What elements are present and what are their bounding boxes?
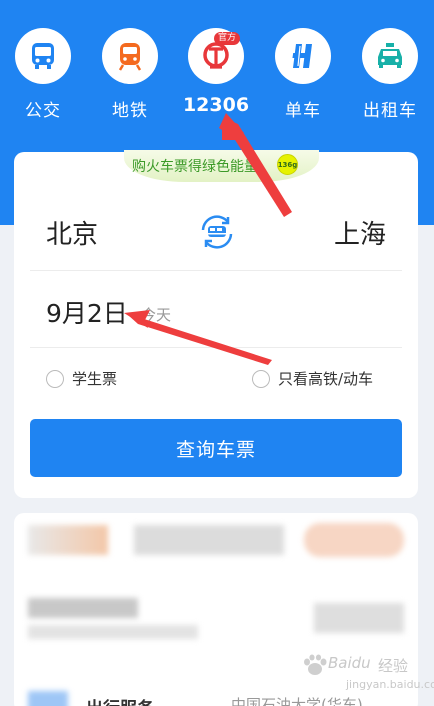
- blurred-block: [304, 523, 404, 557]
- nav-item-subway[interactable]: 地铁: [93, 28, 167, 121]
- official-badge: 官方: [213, 32, 240, 45]
- subway-icon: [102, 28, 158, 84]
- student-ticket-label: 学生票: [72, 370, 118, 388]
- nav-item-label: 地铁: [112, 101, 148, 121]
- from-station[interactable]: 北京: [46, 214, 98, 251]
- paw-logo-icon: [304, 654, 327, 675]
- nav-item-12306[interactable]: 官方 12306: [179, 28, 253, 116]
- nav-item-label: 单车: [285, 101, 321, 121]
- nav-item-bike[interactable]: 单车: [266, 28, 340, 121]
- watermark-brand: Baidu: [328, 654, 371, 672]
- baidu-watermark: Baidu 经验 jingyan.baidu.com: [300, 652, 434, 702]
- blurred-block: [134, 525, 284, 555]
- blurred-block: [314, 603, 404, 633]
- high-speed-radio[interactable]: [252, 369, 270, 388]
- taxi-icon: [362, 28, 418, 84]
- nav-item-label: 公交: [25, 101, 61, 121]
- services-title: 出行服务: [86, 694, 154, 706]
- watermark-url: jingyan.baidu.com: [346, 678, 434, 691]
- green-energy-promo[interactable]: 购火车票得绿色能量 136g: [14, 150, 418, 182]
- blurred-block: [28, 625, 198, 639]
- nav-item-label: 12306: [182, 94, 250, 116]
- blurred-block: [28, 691, 68, 706]
- blurred-block: [28, 598, 138, 618]
- high-speed-option[interactable]: 只看高铁/动车: [252, 368, 373, 389]
- nav-item-taxi[interactable]: 出租车: [353, 28, 427, 121]
- query-tickets-button[interactable]: 查询车票: [30, 419, 402, 477]
- student-ticket-radio[interactable]: [46, 369, 64, 388]
- nav-item-bus[interactable]: 公交: [6, 28, 80, 121]
- blurred-block: [28, 525, 108, 555]
- divider: [30, 347, 402, 348]
- student-ticket-option[interactable]: 学生票: [46, 368, 117, 389]
- departure-date[interactable]: 9月2日: [46, 294, 128, 330]
- swap-stations-icon[interactable]: [197, 212, 237, 252]
- bike-icon: [275, 28, 331, 84]
- divider: [30, 270, 402, 271]
- watermark-cn: 经验: [378, 657, 409, 675]
- promo-text: 购火车票得绿色能量: [132, 159, 258, 175]
- energy-badge: 136g: [277, 154, 298, 175]
- nav-item-label: 出租车: [363, 101, 417, 121]
- high-speed-label: 只看高铁/动车: [278, 370, 374, 388]
- date-hint: 今天: [141, 306, 172, 324]
- transport-nav: 公交 地铁 官方 12306 单车 出租车: [0, 28, 434, 128]
- railway-12306-icon: 官方: [188, 28, 244, 84]
- ticket-search-card: 购火车票得绿色能量 136g 北京 上海 9月2日 今天 学生票 只看高铁/动车…: [14, 150, 418, 498]
- to-station[interactable]: 上海: [334, 214, 386, 251]
- bus-icon: [15, 28, 71, 84]
